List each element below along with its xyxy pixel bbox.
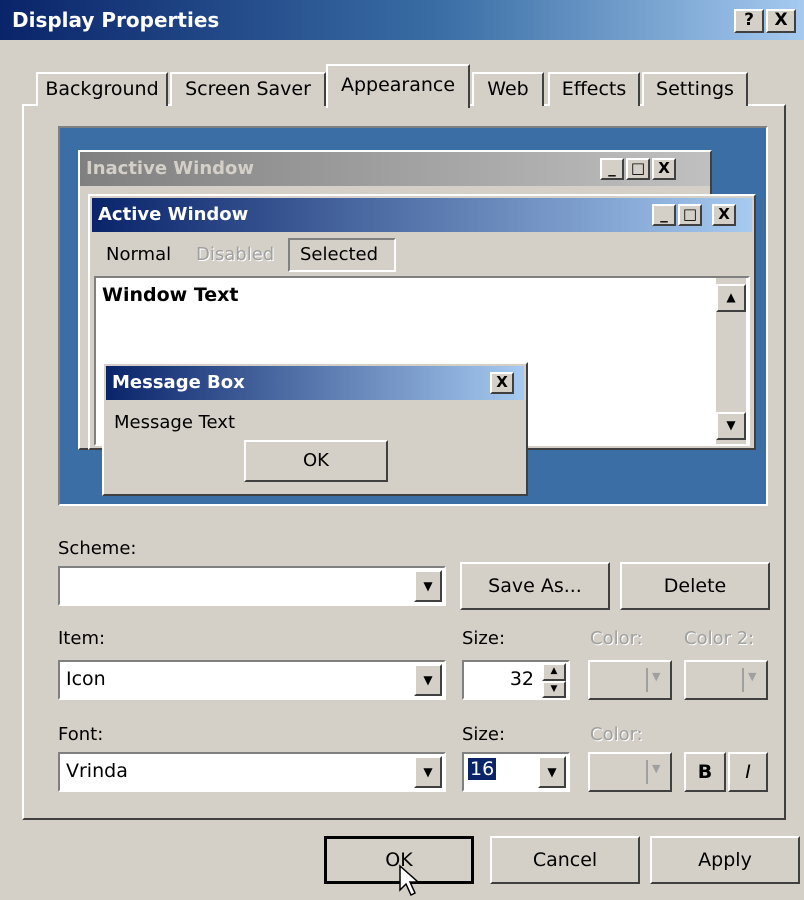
item-value: Icon [66,668,106,690]
color-divider [646,668,648,692]
chevron-down-icon[interactable]: ▼ [414,570,442,602]
message-box-preview[interactable]: Message Box X Message Text OK [102,362,528,496]
close-icon: X [652,158,676,180]
bold-button[interactable]: B [684,752,726,792]
font-color-label: Color: [590,724,643,745]
scroll-up-icon[interactable]: ▲ [716,284,746,312]
close-icon: X [490,372,514,394]
cancel-button[interactable]: Cancel [490,836,640,884]
chevron-down-icon: ▼ [652,762,661,775]
chevron-down-icon[interactable]: ▼ [414,756,442,788]
color-divider [646,760,648,784]
maximize-icon: □ [678,204,702,226]
item-label: Item: [58,628,106,649]
font-value: Vrinda [66,760,128,782]
stepper-up-icon[interactable]: ▲ [542,663,566,681]
active-title-bar: Active Window _ □ X [92,198,752,232]
message-box-title-bar: Message Box X [106,366,524,400]
tab-web[interactable]: Web [472,72,544,106]
font-size-dropdown[interactable]: 16 ▼ [462,752,570,792]
minimize-icon: _ [652,204,676,226]
menu-selected: Selected [288,238,396,272]
item-color2-label: Color 2: [684,628,755,649]
minimize-icon: _ [600,158,624,180]
window-text: Window Text [102,284,239,306]
tab-effects[interactable]: Effects [548,72,640,106]
font-size-label: Size: [462,724,506,745]
item-size-stepper[interactable]: 32 ▲ ▼ [462,660,570,700]
font-label: Font: [58,724,104,745]
tab-background[interactable]: Background [36,72,168,106]
tab-settings[interactable]: Settings [642,72,748,106]
inactive-title-bar: Inactive Window _ □ X [80,152,710,186]
item-dropdown[interactable]: Icon ▼ [58,660,446,700]
italic-button[interactable]: I [728,752,768,792]
delete-button[interactable]: Delete [620,562,770,610]
tab-screen-saver[interactable]: Screen Saver [170,72,326,106]
item-color-picker[interactable]: ▼ [588,660,672,700]
scheme-dropdown[interactable]: ▼ [58,566,446,606]
color-divider [742,668,744,692]
close-icon: X [712,204,736,226]
chevron-down-icon[interactable]: ▼ [414,664,442,696]
apply-button[interactable]: Apply [650,836,800,884]
font-color-picker[interactable]: ▼ [588,752,672,792]
inactive-window-title: Inactive Window [86,158,255,179]
message-ok-button[interactable]: OK [244,440,388,482]
chevron-down-icon: ▼ [652,670,661,683]
message-box-title: Message Box [112,372,245,393]
chevron-down-icon: ▼ [748,670,757,683]
message-text: Message Text [114,412,236,433]
item-color-label: Color: [590,628,643,649]
item-size-label: Size: [462,628,506,649]
font-dropdown[interactable]: Vrinda ▼ [58,752,446,792]
item-size-value: 32 [509,668,534,690]
menu-disabled: Disabled [196,244,275,265]
scrollbar[interactable]: ▲ ▼ [716,278,746,444]
save-as-button[interactable]: Save As... [460,562,610,610]
active-window-title: Active Window [98,204,249,225]
chevron-down-icon[interactable]: ▼ [538,756,566,788]
title-bar[interactable]: Display Properties ? X [0,0,804,40]
item-color2-picker[interactable]: ▼ [684,660,768,700]
maximize-icon: □ [626,158,650,180]
scheme-label: Scheme: [58,538,137,559]
window-title: Display Properties [12,8,220,32]
menu-normal: Normal [106,244,172,265]
scroll-down-icon[interactable]: ▼ [716,412,746,440]
stepper-down-icon[interactable]: ▼ [542,681,566,698]
help-button[interactable]: ? [734,9,764,33]
close-button[interactable]: X [766,9,796,33]
font-size-value: 16 [468,758,497,780]
mouse-cursor-icon [399,864,420,897]
tab-appearance[interactable]: Appearance [326,64,470,108]
